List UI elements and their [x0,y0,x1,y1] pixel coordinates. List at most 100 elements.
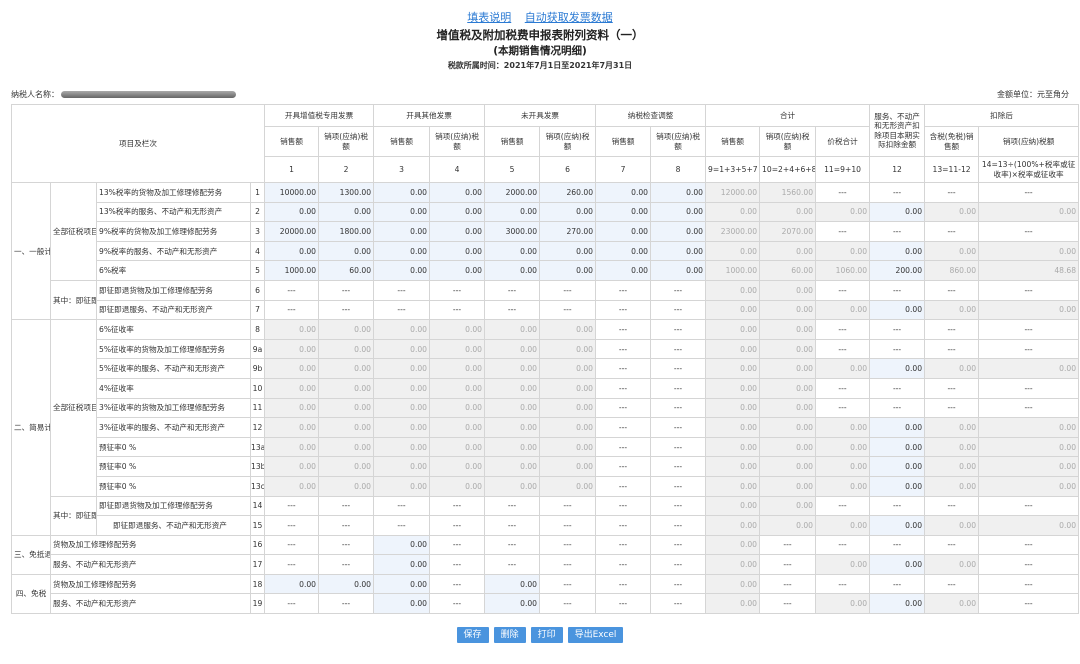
amount-cell[interactable]: 0.00 [869,554,926,575]
na-cell: --- [978,554,1080,575]
table-row: 3%征收率的服务、不动产和无形资产 12 0.00 0.00 0.00 0.00 0.00 0… [12,417,1080,438]
amount-cell[interactable]: 0.00 [264,573,320,595]
amount-cell: 0.00 [815,593,871,615]
amount-cell[interactable]: 0.00 [264,240,320,262]
amount-cell[interactable]: 270.00 [539,221,597,242]
na-cell: --- [429,573,486,595]
amount-cell[interactable]: 0.00 [595,260,652,281]
amount-cell[interactable]: 260.00 [539,182,597,203]
amount-cell: 23000.00 [705,221,761,242]
amount-cell[interactable]: 0.00 [869,240,926,262]
na-cell: --- [595,279,652,301]
na-cell: --- [539,593,597,615]
amount-cell[interactable]: 0.00 [429,201,486,223]
na-cell: --- [484,299,541,321]
amount-cell[interactable]: 0.00 [595,182,652,203]
amount-cell[interactable]: 0.00 [650,182,707,203]
amount-cell[interactable]: 0.00 [869,475,926,497]
auto-fetch-invoice-link[interactable]: 自动获取发票数据 [525,11,613,24]
amount-cell: 0.00 [318,338,375,360]
header-taxinc-sales: 含税(免税)销售额 [924,126,980,157]
amount-cell[interactable]: 0.00 [869,593,926,615]
amount-cell[interactable]: 0.00 [539,260,597,281]
na-cell: --- [373,495,431,517]
amount-cell[interactable]: 0.00 [484,201,541,223]
amount-cell[interactable]: 0.00 [373,240,431,262]
amount-cell[interactable]: 0.00 [318,201,375,223]
print-button[interactable]: 打印 [530,627,563,643]
amount-cell[interactable]: 1800.00 [318,221,375,242]
amount-cell[interactable]: 20000.00 [264,221,320,242]
amount-cell[interactable]: 0.00 [429,182,486,203]
amount-cell[interactable]: 0.00 [595,240,652,262]
na-cell: --- [595,515,652,536]
export-excel-button[interactable]: 导出Excel [567,627,624,643]
amount-cell[interactable]: 0.00 [869,358,926,379]
amount-cell[interactable]: 0.00 [869,515,926,536]
na-cell: --- [318,554,375,575]
amount-cell[interactable]: 0.00 [650,260,707,281]
row-item-label: 服务、不动产和无形资产 [50,593,251,615]
column-number-1: 1 [264,156,320,183]
amount-cell[interactable]: 1300.00 [318,182,375,203]
amount-cell[interactable]: 10000.00 [264,182,320,203]
amount-cell[interactable]: 0.00 [373,260,431,281]
amount-cell[interactable]: 0.00 [484,260,541,281]
amount-cell[interactable]: 0.00 [869,456,926,477]
save-button[interactable]: 保存 [456,627,489,643]
amount-cell[interactable]: 60.00 [318,260,375,281]
taxpayer-label: 纳税人名称： [11,90,59,99]
amount-cell[interactable]: 0.00 [318,573,375,595]
amount-cell: 0.00 [429,436,486,458]
amount-cell[interactable]: 0.00 [373,593,431,615]
na-cell: --- [595,358,652,379]
amount-cell[interactable]: 0.00 [429,240,486,262]
amount-cell[interactable]: 0.00 [869,436,926,458]
table-row: 9%税率的服务、不动产和无形资产 4 0.00 0.00 0.00 0.00 0.00 0.0… [12,240,1080,262]
na-cell: --- [373,299,431,321]
amount-cell[interactable]: 0.00 [373,182,431,203]
amount-cell: 0.00 [759,417,817,438]
amount-cell[interactable]: 0.00 [484,573,541,595]
amount-cell[interactable]: 0.00 [650,201,707,223]
fill-instructions-link[interactable]: 填表说明 [467,11,511,24]
amount-cell: 0.00 [373,319,431,340]
amount-cell[interactable]: 0.00 [650,240,707,262]
na-cell: --- [650,358,707,379]
amount-cell[interactable]: 0.00 [318,240,375,262]
amount-cell[interactable]: 0.00 [869,417,926,438]
amount-cell: 0.00 [705,593,761,615]
na-cell: --- [978,534,1080,556]
amount-cell: 0.00 [484,319,541,340]
amount-cell[interactable]: 0.00 [869,201,926,223]
amount-cell[interactable]: 0.00 [484,593,541,615]
amount-cell[interactable]: 3000.00 [484,221,541,242]
amount-cell[interactable]: 0.00 [595,201,652,223]
amount-cell[interactable]: 0.00 [595,221,652,242]
amount-cell[interactable]: 0.00 [429,260,486,281]
na-cell: --- [650,279,707,301]
amount-cell[interactable]: 0.00 [484,240,541,262]
amount-cell[interactable]: 0.00 [429,221,486,242]
amount-cell[interactable]: 0.00 [373,221,431,242]
amount-cell[interactable]: 0.00 [373,573,431,595]
amount-cell[interactable]: 1000.00 [264,260,320,281]
amount-cell[interactable]: 0.00 [539,201,597,223]
header-no-invoice: 未开具发票 [484,104,597,127]
amount-cell[interactable]: 0.00 [869,299,926,321]
row-line-number: 17 [249,554,266,575]
amount-cell[interactable]: 0.00 [373,554,431,575]
na-cell: --- [264,279,320,301]
na-cell: --- [595,397,652,419]
na-cell: --- [595,554,652,575]
amount-cell[interactable]: 2000.00 [484,182,541,203]
delete-button[interactable]: 删除 [493,627,526,643]
amount-cell: 0.00 [759,201,817,223]
amount-cell[interactable]: 0.00 [264,201,320,223]
amount-cell[interactable]: 0.00 [539,240,597,262]
amount-cell[interactable]: 0.00 [650,221,707,242]
amount-cell[interactable]: 0.00 [373,534,431,556]
amount-cell: 0.00 [924,299,980,321]
amount-cell[interactable]: 200.00 [869,260,926,281]
amount-cell[interactable]: 0.00 [373,201,431,223]
